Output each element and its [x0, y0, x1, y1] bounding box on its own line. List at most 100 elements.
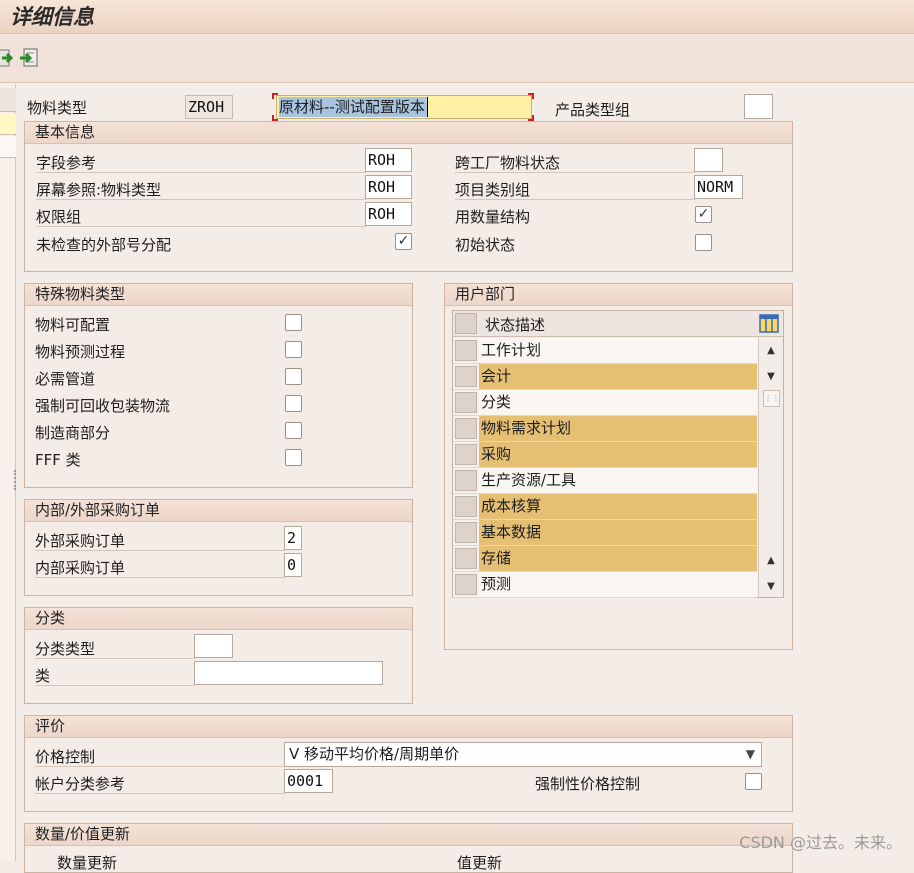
mandatory-price-label: 强制性价格控制 — [535, 775, 641, 793]
row-selector[interactable] — [455, 392, 477, 413]
material-type-desc-input[interactable]: 原材料--测试配置版本 — [276, 95, 532, 119]
row-text: 成本核算 — [479, 494, 757, 519]
mandatory-price-checkbox[interactable] — [745, 773, 762, 790]
table-row[interactable]: 分类 — [453, 390, 757, 416]
table-row[interactable]: 成本核算 — [453, 494, 757, 520]
nav-block[interactable] — [0, 136, 16, 158]
nav-block[interactable] — [0, 88, 16, 112]
class-type-label: 分类类型 — [35, 640, 96, 658]
row-text: 会计 — [479, 364, 757, 389]
row-text: 物料需求计划 — [479, 416, 757, 441]
field-ref-input[interactable]: ROH — [365, 148, 412, 172]
row-text: 采购 — [479, 442, 757, 467]
special-item-checkbox[interactable] — [285, 341, 302, 358]
initial-status-checkbox[interactable] — [695, 234, 712, 251]
table-row[interactable]: 物料需求计划 — [453, 416, 757, 442]
price-control-select[interactable]: V 移动平均价格/周期单价 ▼ — [284, 742, 762, 767]
price-control-value: V 移动平均价格/周期单价 — [289, 745, 460, 763]
underline — [35, 550, 285, 551]
scroll-down-icon[interactable]: ▼ — [764, 372, 778, 382]
underline — [36, 199, 366, 200]
underline — [455, 172, 695, 173]
ext-po-label: 外部采购订单 — [35, 532, 126, 550]
table-row[interactable]: 生产资源/工具 — [453, 468, 757, 494]
qty-update-label: 数量更新 — [57, 854, 118, 872]
special-type-header: 特殊物料类型 — [25, 284, 412, 306]
scroll-thumb[interactable]: ⋮⋮ — [763, 390, 780, 407]
row-selector[interactable] — [455, 496, 477, 517]
column-header-status[interactable]: 状态描述 — [485, 314, 545, 335]
table-row[interactable]: 存储 — [453, 546, 757, 572]
row-selector[interactable] — [455, 522, 477, 543]
field-ref-label: 字段参考 — [36, 154, 97, 172]
special-item-checkbox[interactable] — [285, 395, 302, 412]
table-row[interactable]: 基本数据 — [453, 520, 757, 546]
row-text: 分类 — [479, 390, 757, 415]
material-type-desc-text: 原材料--测试配置版本 — [279, 97, 428, 117]
scroll-up-icon[interactable]: ▲ — [764, 556, 778, 566]
auth-group-input[interactable]: ROH — [365, 202, 412, 226]
special-item-checkbox[interactable] — [285, 368, 302, 385]
table-row[interactable]: 预测 — [453, 572, 757, 598]
underline — [36, 172, 366, 173]
select-all-button[interactable] — [455, 313, 477, 334]
chevron-down-icon[interactable]: ▼ — [746, 743, 755, 766]
underline — [455, 199, 695, 200]
material-type-field: ZROH — [185, 95, 233, 119]
acct-cat-label: 帐户分类参考 — [35, 775, 126, 793]
class-label: 类 — [35, 667, 51, 685]
toolbar — [0, 35, 914, 83]
acct-cat-input[interactable]: 0001 — [284, 769, 333, 793]
table-row[interactable]: 采购 — [453, 442, 757, 468]
row-selector[interactable] — [455, 418, 477, 439]
table-row[interactable]: 工作计划 — [453, 338, 757, 364]
user-dept-header: 用户部门 — [445, 284, 792, 306]
table-scrollbar[interactable]: ▲ ▼ ⋮⋮ ▲ ▼ — [758, 338, 783, 597]
row-selector[interactable] — [455, 470, 477, 491]
scroll-down-icon[interactable]: ▼ — [764, 582, 778, 592]
scroll-up-icon[interactable]: ▲ — [764, 346, 778, 356]
special-item-checkbox[interactable] — [285, 314, 302, 331]
qty-struct-checkbox[interactable]: ✓ — [695, 206, 712, 223]
product-type-group-input[interactable] — [744, 94, 773, 119]
unchecked-ext-checkbox[interactable]: ✓ — [395, 233, 412, 250]
arrow-right-icon[interactable] — [0, 47, 16, 69]
item-cat-input[interactable]: NORM — [694, 175, 743, 199]
value-update-label: 值更新 — [457, 854, 503, 872]
int-po-label: 内部采购订单 — [35, 559, 126, 577]
class-type-input[interactable] — [194, 634, 233, 658]
auth-group-label: 权限组 — [36, 208, 82, 226]
row-selector[interactable] — [455, 340, 477, 361]
screen-ref-input[interactable]: ROH — [365, 175, 412, 199]
underline — [35, 685, 195, 686]
row-selector[interactable] — [455, 548, 477, 569]
classification-header: 分类 — [25, 608, 412, 630]
int-po-input[interactable]: 0 — [284, 553, 302, 577]
splitter-handle[interactable] — [14, 470, 18, 490]
special-item-label: 必需管道 — [35, 370, 96, 388]
special-item-checkbox[interactable] — [285, 422, 302, 439]
table-row[interactable]: 会计 — [453, 364, 757, 390]
qty-value-header: 数量/价值更新 — [25, 824, 792, 846]
table-header: 状态描述 — [453, 311, 783, 337]
unchecked-ext-label: 未检查的外部号分配 — [36, 236, 172, 254]
underline — [35, 658, 195, 659]
row-selector[interactable] — [455, 574, 477, 595]
price-control-label: 价格控制 — [35, 748, 96, 766]
cross-plant-label: 跨工厂物料状态 — [455, 154, 561, 172]
table-settings-icon[interactable] — [759, 314, 779, 333]
special-item-checkbox[interactable] — [285, 449, 302, 466]
special-item-label: 物料预测过程 — [35, 343, 126, 361]
watermark: CSDN @过去。未来。 — [739, 833, 902, 852]
ext-po-input[interactable]: 2 — [284, 526, 302, 550]
row-text: 预测 — [479, 572, 757, 597]
row-selector[interactable] — [455, 366, 477, 387]
cross-plant-input[interactable] — [694, 148, 723, 172]
row-selector[interactable] — [455, 444, 477, 465]
class-input[interactable] — [194, 661, 383, 685]
user-dept-table: 状态描述 工作计划 会计 分类 物料需求计划 采购 生产资源/工具 成本核算 基… — [452, 310, 784, 598]
nav-block-selected[interactable] — [0, 113, 16, 135]
import-icon[interactable] — [18, 47, 40, 69]
row-text: 工作计划 — [479, 338, 757, 363]
special-item-label: 强制可回收包装物流 — [35, 397, 171, 415]
